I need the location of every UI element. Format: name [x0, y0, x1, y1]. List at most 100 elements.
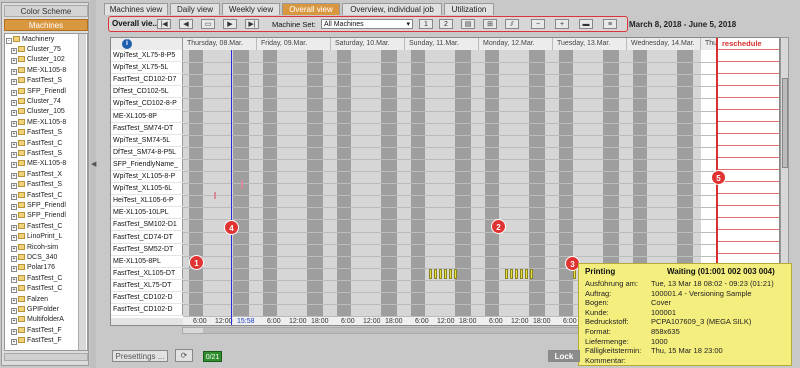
expand-icon[interactable]: +: [11, 339, 17, 346]
grid-scroll-thumb[interactable]: [782, 78, 788, 168]
tree-item[interactable]: + FastTest_X: [11, 170, 62, 179]
machine-row-label[interactable]: ME-XL105-10LPL: [111, 207, 183, 220]
machine-row-label[interactable]: ME-XL105-8PL: [111, 256, 183, 268]
tab-daily-view[interactable]: Daily view: [170, 3, 220, 15]
tree-item[interactable]: + FastTest_C: [11, 274, 62, 283]
expand-icon[interactable]: +: [11, 110, 17, 117]
job-block[interactable]: [525, 268, 528, 279]
machine-row-label[interactable]: FastTest_CD102-D: [111, 304, 183, 317]
tree-item[interactable]: + FastTest_S: [11, 180, 62, 190]
expand-icon[interactable]: +: [11, 276, 17, 283]
machine-row-label[interactable]: WpiTest_SM74-5L: [111, 135, 183, 147]
lock-button[interactable]: Lock: [548, 350, 580, 362]
tree-item[interactable]: + LinoPrint_L: [11, 232, 62, 242]
tree-item[interactable]: + FastTest_F: [11, 336, 62, 346]
layout-icon[interactable]: ▬: [579, 19, 593, 29]
tree-item[interactable]: + DCS_340: [11, 253, 57, 262]
tree-root[interactable]: - Machinery: [6, 35, 54, 44]
tree-item[interactable]: + FastTest_C: [11, 222, 62, 231]
machine-row-label[interactable]: SFP_FriendlyName_: [111, 159, 183, 171]
tree-item[interactable]: + Cluster_74: [11, 97, 61, 106]
expand-icon[interactable]: +: [11, 162, 17, 169]
machine-row-label[interactable]: FastTest_CD74-DT: [111, 232, 183, 244]
expand-icon[interactable]: +: [11, 235, 17, 242]
tree-item[interactable]: + GPIFolder: [11, 305, 59, 314]
tree-item[interactable]: + Cluster_102: [11, 55, 65, 65]
tree-item[interactable]: + FastTest_C: [11, 191, 62, 200]
expand-icon[interactable]: +: [11, 287, 17, 294]
machine-row-label[interactable]: WpiTest_CD102-8-P: [111, 98, 183, 111]
first-page-icon[interactable]: |◀: [157, 19, 171, 29]
machine-row-label[interactable]: WpiTest_XL105-8-P: [111, 171, 183, 183]
expand-icon[interactable]: +: [11, 193, 17, 200]
job-block[interactable]: [520, 268, 523, 279]
job-block[interactable]: [505, 268, 508, 279]
tree-item[interactable]: + SFP_Friendl: [11, 211, 66, 221]
tree-item[interactable]: + FastTest_F: [11, 326, 62, 335]
expand-icon[interactable]: +: [11, 308, 17, 314]
chart-icon[interactable]: ⫽: [505, 19, 519, 29]
job-block[interactable]: [449, 268, 452, 279]
last-page-icon[interactable]: ▶|: [245, 19, 259, 29]
expand-icon[interactable]: +: [11, 183, 17, 190]
tree-item[interactable]: + FastTest_S: [11, 76, 62, 86]
tree-item[interactable]: + Cluster_75: [11, 45, 61, 54]
expand-icon[interactable]: +: [11, 214, 17, 221]
expand-icon[interactable]: +: [11, 297, 17, 304]
tree-hscrollbar[interactable]: [4, 353, 88, 361]
zoom-out-icon[interactable]: −: [531, 19, 545, 29]
expand-icon[interactable]: +: [11, 89, 17, 96]
job-block[interactable]: [515, 268, 518, 279]
tree-item[interactable]: + Polar176: [11, 263, 55, 273]
view-1-button[interactable]: 1: [419, 19, 433, 29]
machine-row-label[interactable]: FastTest_CD102-D: [111, 292, 183, 304]
network-icon[interactable]: ⊞: [483, 19, 497, 29]
tree-item[interactable]: + Cluster_105: [11, 107, 65, 117]
tab-overall-view[interactable]: Overall view: [282, 3, 340, 15]
tab-overview-individual-job[interactable]: Overview, individual job: [342, 3, 442, 15]
view-2-button[interactable]: 2: [439, 19, 453, 29]
info-icon[interactable]: i: [122, 39, 132, 49]
machine-row-label[interactable]: HeiTest_XL105-6-P: [111, 195, 183, 208]
job-marker[interactable]: [241, 182, 243, 189]
tree-item[interactable]: + SFP_Friendl: [11, 201, 66, 210]
refresh-icon[interactable]: ⟳: [175, 349, 193, 362]
tree-scrollbar[interactable]: [78, 34, 86, 350]
machine-row-label[interactable]: FastTest_SM102-D1: [111, 219, 183, 232]
tree-item[interactable]: + ME-XL105-8: [11, 66, 66, 75]
machine-row-label[interactable]: FastTest_SM74-DT: [111, 123, 183, 135]
machine-row-label[interactable]: FastTest_CD102-D7: [111, 74, 183, 87]
zoom-in-icon[interactable]: +: [555, 19, 569, 29]
expand-icon[interactable]: +: [11, 245, 17, 252]
tab-color-scheme[interactable]: Color Scheme: [4, 5, 88, 17]
expand-icon[interactable]: +: [11, 58, 17, 65]
tree-item[interactable]: + Falzen: [11, 295, 48, 304]
today-icon[interactable]: ▭: [201, 19, 215, 29]
tree-item[interactable]: + FastTest_S: [11, 149, 62, 158]
collapse-arrow-icon[interactable]: ◀: [91, 160, 96, 168]
tree-item[interactable]: + ME-XL105-8: [11, 159, 66, 169]
job-marker[interactable]: [214, 192, 216, 199]
machine-row-label[interactable]: DfTest_SM74-8-P5L: [111, 147, 183, 159]
job-block[interactable]: [429, 268, 432, 279]
expand-icon[interactable]: +: [11, 68, 17, 75]
job-block[interactable]: [530, 268, 533, 279]
tree-item[interactable]: + FastTest_S: [11, 128, 62, 138]
expand-icon[interactable]: +: [11, 100, 17, 106]
prev-icon[interactable]: ◀: [179, 19, 193, 29]
machine-row-label[interactable]: WpiTest_XL105-6L: [111, 183, 183, 196]
expand-icon[interactable]: +: [11, 318, 17, 325]
presettings-button[interactable]: Presettings ...: [112, 350, 168, 362]
expand-icon[interactable]: +: [11, 328, 17, 335]
expand-icon[interactable]: +: [11, 131, 17, 138]
machine-row-label[interactable]: DfTest_CD102-5L: [111, 86, 183, 99]
expand-icon[interactable]: +: [11, 79, 17, 86]
job-block[interactable]: [444, 268, 447, 279]
machine-set-select[interactable]: All Machines ▾: [321, 19, 413, 29]
machine-row-label[interactable]: FastTest_SM52-DT: [111, 244, 183, 256]
next-icon[interactable]: ▶: [223, 19, 237, 29]
tab-machines[interactable]: Machines: [4, 19, 88, 31]
tree-item[interactable]: + FastTest_C: [11, 284, 62, 294]
machine-row-label[interactable]: FastTest_XL75-DT: [111, 280, 183, 292]
expand-icon[interactable]: +: [11, 172, 17, 179]
